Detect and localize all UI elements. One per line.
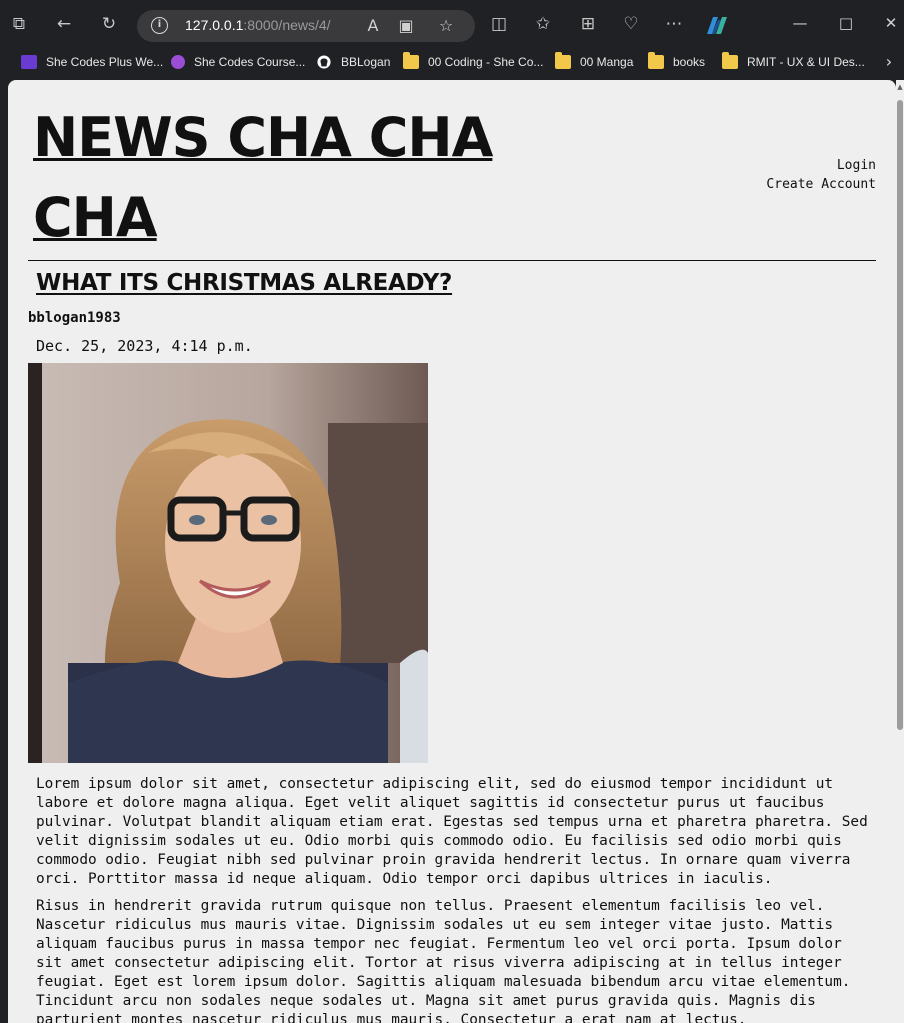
site-title[interactable]: NEWS CHA CHA CHA: [33, 98, 593, 258]
bookmark-rmit-folder[interactable]: RMIT - UX & UI Des...: [722, 52, 865, 72]
article-image: [28, 363, 428, 763]
app-available-icon[interactable]: ▣: [396, 16, 416, 36]
refresh-icon[interactable]: ↻: [99, 14, 119, 34]
folder-icon: [722, 52, 738, 69]
scrollbar-thumb[interactable]: [897, 100, 903, 730]
url-path: :8000/news/4/: [243, 17, 331, 33]
favorites-icon[interactable]: ✩: [533, 14, 553, 34]
account-nav: Login Create Account: [766, 156, 876, 194]
github-icon: [317, 55, 331, 69]
article-author: bblogan1983: [28, 310, 121, 326]
article-paragraph: Risus in hendrerit gravida rutrum quisqu…: [36, 898, 851, 1023]
scroll-up-icon[interactable]: ▲: [896, 82, 904, 92]
maximize-icon[interactable]: □: [834, 12, 858, 34]
bookmark-books-folder[interactable]: books: [648, 52, 705, 72]
bookmark-she-codes-plus[interactable]: She Codes Plus We...: [21, 52, 163, 72]
bookmark-label: BBLogan: [341, 55, 391, 69]
bookmark-coding-folder[interactable]: 00 Coding - She Co...: [403, 52, 543, 72]
bookmarks-bar: She Codes Plus We... She Codes Course...…: [0, 48, 904, 76]
circle-icon: [171, 55, 185, 69]
bookmark-label: 00 Coding - She Co...: [428, 55, 544, 69]
bookmark-label: She Codes Course...: [194, 55, 306, 69]
site-info-icon[interactable]: i: [151, 17, 168, 34]
bookmark-label: RMIT - UX & UI Des...: [747, 55, 865, 69]
bookmark-bblogan[interactable]: BBLogan: [316, 52, 390, 72]
article-date: Dec. 25, 2023, 4:14 p.m.: [36, 337, 253, 355]
bookmark-label: books: [673, 55, 706, 69]
close-icon[interactable]: ✕: [879, 12, 903, 34]
article-body: Lorem ipsum dolor sit amet, consectetur …: [36, 775, 872, 1023]
header-divider: [28, 260, 876, 261]
favorite-star-icon[interactable]: ☆: [436, 16, 456, 36]
folder-icon: [555, 52, 571, 69]
page-viewport: NEWS CHA CHA CHA Login Create Account WH…: [8, 80, 896, 1023]
address-bar[interactable]: i 127.0.0.1:8000/news/4/ A ▣ ☆: [137, 10, 475, 42]
back-icon[interactable]: ←: [54, 14, 74, 34]
url-host: 127.0.0.1: [185, 17, 244, 33]
chevron-right-icon[interactable]: ›: [881, 52, 897, 72]
folder-icon: [648, 52, 664, 69]
workspaces-icon[interactable]: ⧉: [9, 14, 29, 34]
collections-icon[interactable]: ⊞: [578, 14, 598, 34]
create-account-link[interactable]: Create Account: [766, 175, 876, 194]
bookmark-label: 00 Manga: [580, 55, 634, 69]
address-url[interactable]: 127.0.0.1:8000/news/4/: [185, 17, 331, 33]
bookmark-she-codes-course[interactable]: She Codes Course...: [171, 52, 305, 72]
browser-essentials-icon[interactable]: ♡: [621, 14, 641, 34]
folder-icon: [403, 52, 419, 69]
bookmark-manga-folder[interactable]: 00 Manga: [555, 52, 633, 72]
copilot-icon[interactable]: [704, 14, 730, 38]
read-aloud-icon[interactable]: A: [363, 16, 383, 36]
bookmark-label: She Codes Plus We...: [46, 55, 164, 69]
article-paragraph: Lorem ipsum dolor sit amet, consectetur …: [36, 776, 868, 887]
split-screen-icon[interactable]: ◫: [489, 14, 509, 34]
list-icon: [21, 55, 37, 69]
article-title: WHAT ITS CHRISTMAS ALREADY?: [36, 270, 453, 296]
minimize-icon[interactable]: —: [788, 12, 812, 34]
more-options-icon[interactable]: ⋯: [664, 14, 684, 34]
login-link[interactable]: Login: [766, 156, 876, 175]
browser-titlebar: ⧉ ← ↻ i 127.0.0.1:8000/news/4/ A ▣ ☆ ◫ ✩…: [0, 0, 904, 48]
